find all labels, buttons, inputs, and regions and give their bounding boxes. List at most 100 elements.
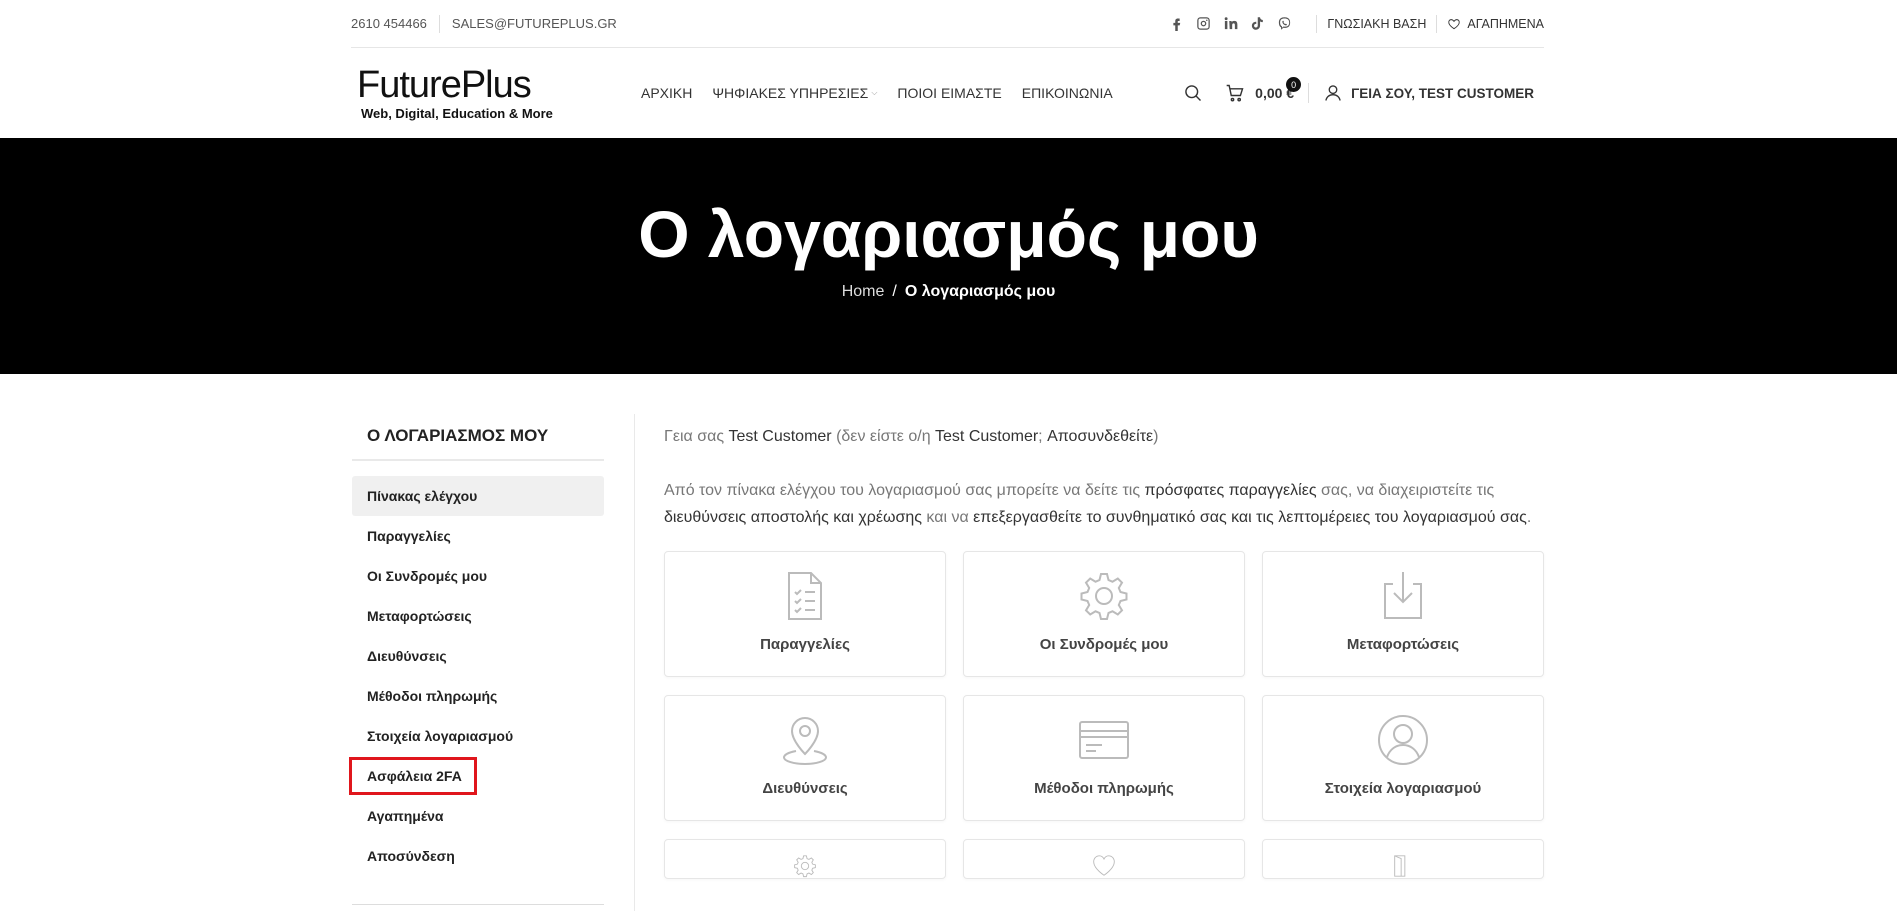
intro-text: . [1526,508,1532,526]
breadcrumb-home-link[interactable]: Home [842,283,885,301]
user-icon [1325,85,1341,101]
logo-tagline: Web, Digital, Education & More [361,105,553,121]
account-sidebar: Ο ΛΟΓΑΡΙΑΣΜΟΣ ΜΟΥ Πίνακας ελέγχου Παραγγ… [349,410,604,905]
sidebar-item-downloads[interactable]: Μεταφορτώσεις [352,596,604,636]
logout-icon [1394,855,1406,877]
tile-partial[interactable] [963,839,1245,879]
tile-label: Διευθύνσεις [762,780,848,797]
divider [438,14,440,33]
gear-icon [794,855,816,878]
sidebar-item-account-details[interactable]: Στοιχεία λογαριασμού [352,716,604,756]
site-header: FuturePlus Web, Digital, Education & Mor… [351,48,1544,138]
sidebar-item-label: Διευθύνσεις [367,648,447,664]
customer-name: Test Customer [935,428,1039,445]
account-menu[interactable]: ΓΕΙΑ ΣΟΥ, TEST CUSTOMER [1323,83,1534,103]
sidebar-item-logout[interactable]: Αποσύνδεση [352,836,604,876]
greeting-prefix: Γεια σας [664,428,729,445]
cart-icon [1226,84,1244,102]
nav-item-home[interactable]: ΑΡΧΙΚΗ [641,85,692,101]
heart-icon [1093,855,1115,876]
dashboard-tiles: Παραγγελίες Οι Συνδρομές μου Μεταφορτώσε… [664,551,1544,879]
top-bar: 2610 454466 SALES@FUTUREPLUS.GR ΓΝΩΣΙΑΚΗ… [351,0,1544,48]
breadcrumb-current: Ο λογαριασμός μου [904,283,1056,300]
instagram-icon[interactable] [1196,16,1211,31]
divider [1436,14,1438,33]
phone-number[interactable]: 2610 454466 [351,16,427,31]
greeting-text: Γεια σας Test Customer (δεν είστε ο/η Te… [664,424,1544,450]
intro-text: Από τον πίνακα ελέγχου του λογαριασμού σ… [664,482,1145,499]
tile-subscriptions[interactable]: Οι Συνδρομές μου [963,551,1245,677]
sidebar-item-wishlist[interactable]: Αγαπημένα [352,796,604,836]
nav-item-digital-services[interactable]: ΨΗΦΙΑΚΕΣ ΥΠΗΡΕΣΙΕΣ ⌵ [712,85,877,101]
map-pin-icon [782,717,828,766]
tile-partial[interactable] [664,839,946,879]
sidebar-item-label: Αγαπημένα [367,808,444,824]
nav-label: ΨΗΦΙΑΚΕΣ ΥΠΗΡΕΣΙΕΣ [712,85,869,101]
breadcrumb-separator: / [892,283,897,300]
cart-count-badge: 0 [1286,77,1302,92]
sidebar-title: Ο ΛΟΓΑΡΙΑΣΜΟΣ ΜΟΥ [352,410,604,461]
tile-account-details[interactable]: Στοιχεία λογαριασμού [1262,695,1544,821]
logout-link[interactable]: Αποσυνδεθείτε [1047,428,1153,445]
user-circle-icon [1378,715,1428,765]
divider [352,904,604,905]
account-details-link[interactable]: επεξεργασθείτε το συνθηματικό σας και τι… [973,509,1527,526]
sidebar-item-label: Αποσύνδεση [367,848,455,864]
tile-downloads[interactable]: Μεταφορτώσεις [1262,551,1544,677]
tile-addresses[interactable]: Διευθύνσεις [664,695,946,821]
orders-document-icon [788,572,822,620]
sidebar-item-payment-methods[interactable]: Μέθοδοι πληρωμής [352,676,604,716]
account-label: ΓΕΙΑ ΣΟΥ, TEST CUSTOMER [1351,85,1534,101]
tile-orders[interactable]: Παραγγελίες [664,551,946,677]
tiktok-icon[interactable] [1250,16,1265,31]
sidebar-item-label: Στοιχεία λογαριασμού [367,728,514,744]
greeting-end: ) [1153,428,1159,445]
nav-label: ΕΠΙΚΟΙΝΩΝΙΑ [1021,85,1113,101]
linkedin-icon[interactable] [1223,16,1238,31]
facebook-icon[interactable] [1169,16,1184,31]
sidebar-item-label: Ασφάλεια 2FA [349,757,477,795]
main-navigation: ΑΡΧΙΚΗ ΨΗΦΙΑΚΕΣ ΥΠΗΡΕΣΙΕΣ ⌵ ΠΟΙΟΙ ΕΙΜΑΣΤΕ… [641,85,1113,101]
wishlist-label: ΑΓΑΠΗΜΕΝΑ [1467,16,1544,31]
intro-text: σας, να διαχειριστείτε τις [1316,482,1495,499]
tile-payment-methods[interactable]: Μέθοδοι πληρωμής [963,695,1245,821]
tile-partial[interactable] [1262,839,1544,879]
sidebar-item-label: Πίνακας ελέγχου [367,488,478,504]
sidebar-item-2fa-security[interactable]: Ασφάλεια 2FA [349,756,604,796]
sidebar-item-dashboard[interactable]: Πίνακας ελέγχου [352,476,604,516]
viber-icon[interactable] [1277,16,1292,31]
chevron-down-icon: ⌵ [871,88,878,97]
nav-item-contact[interactable]: ΕΠΙΚΟΙΝΩΝΙΑ [1022,85,1113,101]
nav-item-about[interactable]: ΠΟΙΟΙ ΕΙΜΑΣΤΕ [897,85,1001,101]
nav-label: ΠΟΙΟΙ ΕΙΜΑΣΤΕ [897,85,1002,101]
sidebar-item-orders[interactable]: Παραγγελίες [352,516,604,556]
addresses-link[interactable]: διευθύνσεις αποστολής και χρέωσης [664,509,922,526]
social-links [1169,16,1306,31]
recent-orders-link[interactable]: πρόσφατες παραγγελίες [1144,482,1316,499]
sidebar-item-label: Οι Συνδρομές μου [367,568,488,584]
tile-label: Στοιχεία λογαριασμού [1324,780,1482,797]
search-button[interactable] [1183,83,1203,103]
tile-label: Μέθοδοι πληρωμής [1034,780,1174,797]
divider [1316,14,1318,33]
sidebar-item-addresses[interactable]: Διευθύνσεις [352,636,604,676]
site-logo[interactable]: FuturePlus Web, Digital, Education & Mor… [357,66,557,121]
nav-label: ΑΡΧΙΚΗ [641,85,693,101]
search-icon [1185,85,1202,102]
heart-icon [1448,18,1461,29]
greeting-mid: (δεν είστε ο/η [831,428,936,445]
gear-icon [1080,573,1128,620]
wishlist-link[interactable]: ΑΓΑΠΗΜΕΝΑ [1447,17,1544,31]
customer-name: Test Customer [728,428,832,445]
email-link[interactable]: SALES@FUTUREPLUS.GR [452,16,617,31]
breadcrumb: Home / Ο λογαριασμός μου [0,283,1897,301]
sidebar-item-label: Μεταφορτώσεις [367,608,472,624]
page-title: Ο λογαριασμός μου [638,197,1259,271]
sidebar-item-subscriptions[interactable]: Οι Συνδρομές μου [352,556,604,596]
page-hero: Ο λογαριασμός μου Home / Ο λογαριασμός μ… [0,138,1897,374]
tile-label: Μεταφορτώσεις [1346,636,1460,653]
account-dashboard: Γεια σας Test Customer (δεν είστε ο/η Te… [664,424,1544,879]
account-navigation: Πίνακας ελέγχου Παραγγελίες Οι Συνδρομές… [349,476,604,876]
knowledge-base-link[interactable]: ΓΝΩΣΙΑΚΗ ΒΑΣΗ [1327,17,1426,31]
cart-button[interactable]: 0 0,00 € [1225,77,1302,103]
